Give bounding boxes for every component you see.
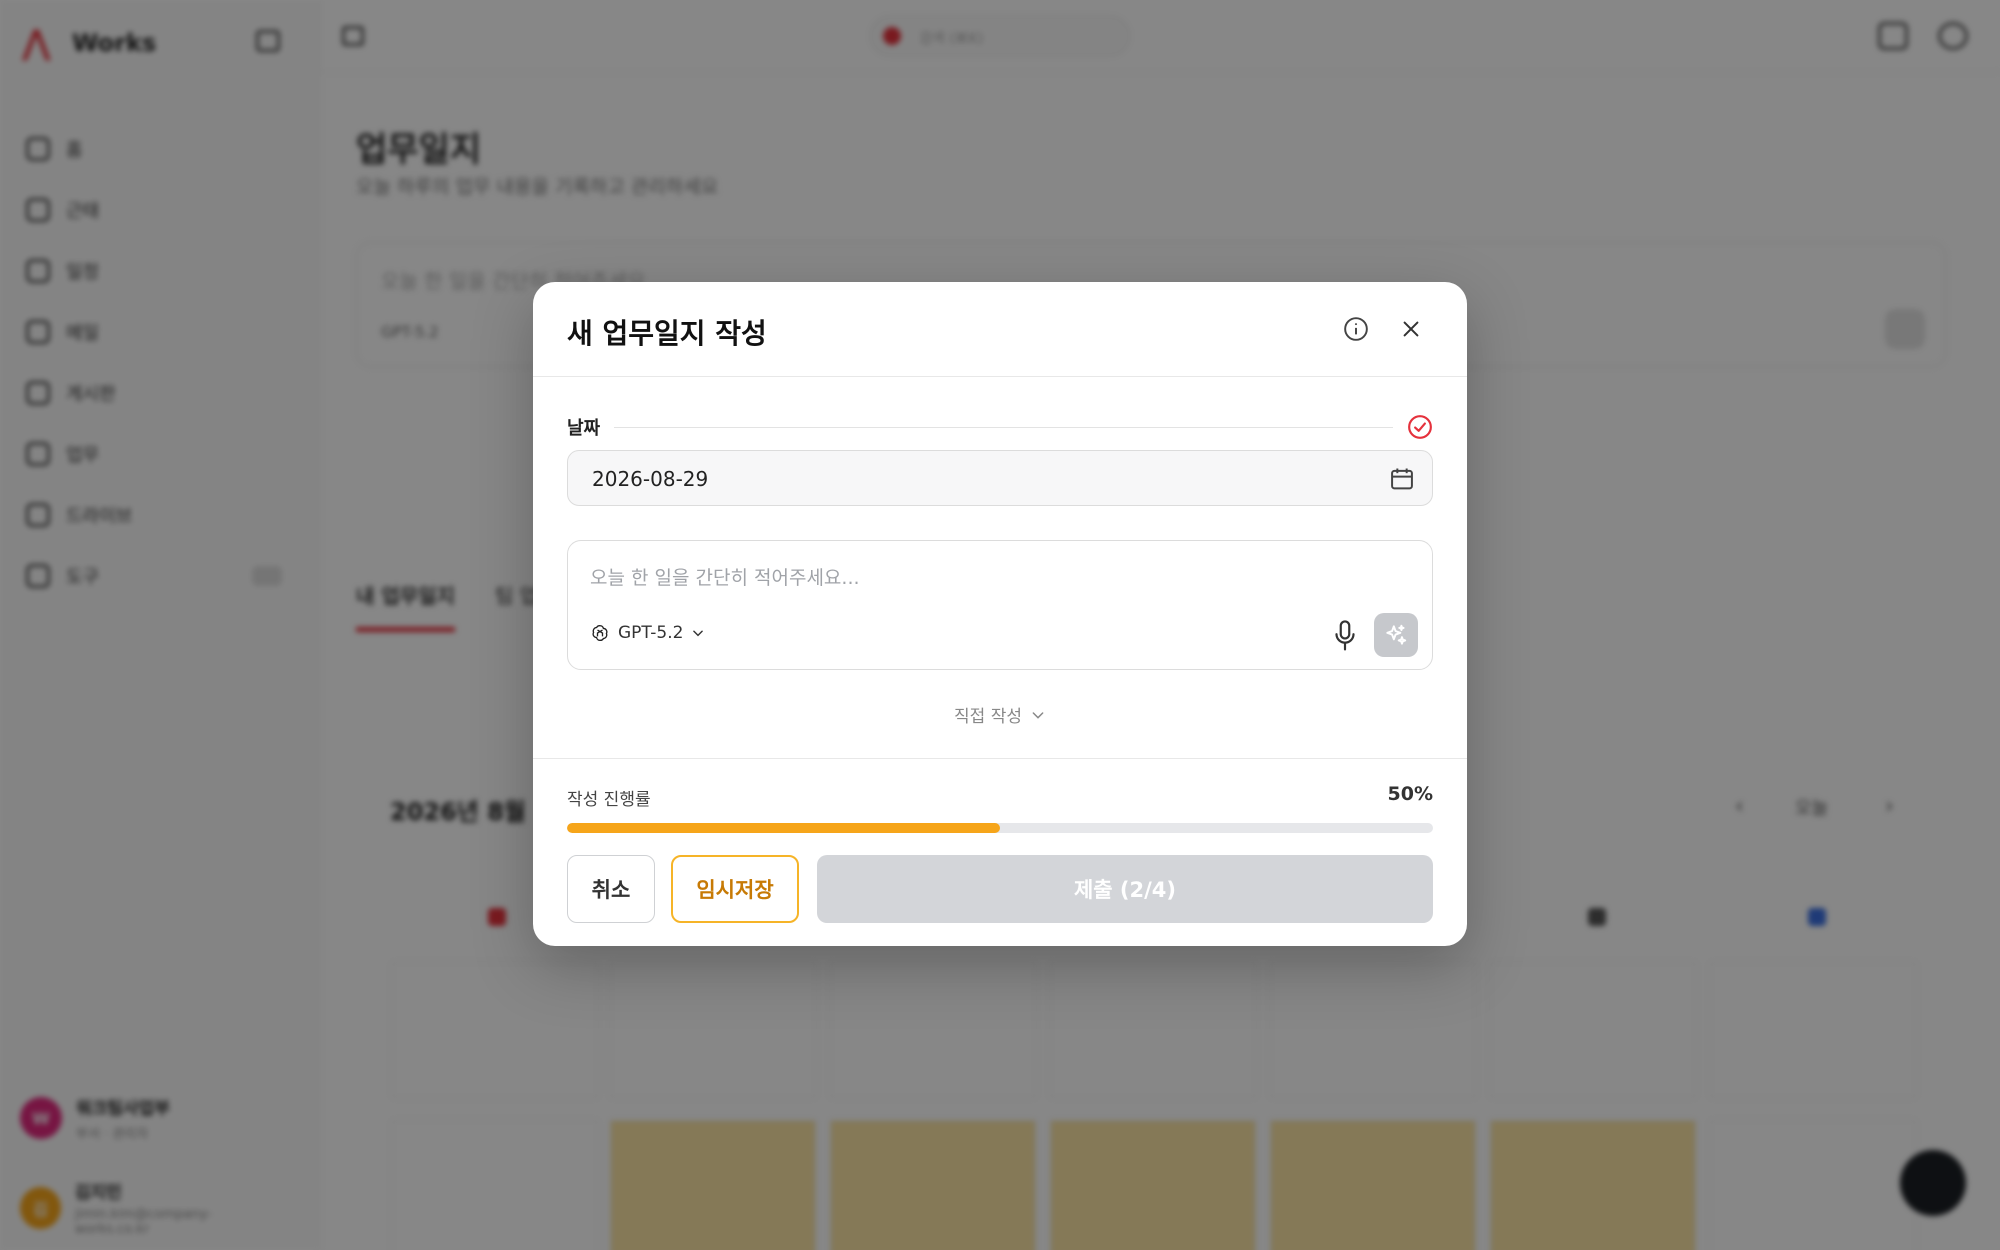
progress-percent: 50% <box>1387 783 1433 805</box>
model-select[interactable]: GPT-5.2 <box>590 623 705 643</box>
submit-button[interactable]: 제출 (2/4) <box>817 855 1433 923</box>
cancel-button[interactable]: 취소 <box>567 855 655 923</box>
close-icon <box>1403 321 1419 337</box>
modal-header: 새 업무일지 작성 <box>533 282 1467 377</box>
memo-placeholder: 오늘 한 일을 간단히 적어주세요... <box>590 567 860 589</box>
direct-write-toggle[interactable]: 직접 작성 <box>533 702 1467 727</box>
progress-fill <box>567 823 1000 833</box>
info-button[interactable] <box>1339 312 1373 346</box>
close-button[interactable] <box>1394 312 1428 346</box>
date-field[interactable]: 2026-08-29 <box>567 450 1433 506</box>
save-draft-button[interactable]: 임시저장 <box>671 855 799 923</box>
ai-generate-button[interactable] <box>1374 613 1418 657</box>
calendar-icon[interactable] <box>1388 465 1416 493</box>
openai-icon <box>592 625 608 641</box>
date-label-row: 날짜 <box>567 412 1433 442</box>
date-label: 날짜 <box>567 418 601 439</box>
model-name: GPT-5.2 <box>618 623 684 643</box>
memo-textarea[interactable]: 오늘 한 일을 간단히 적어주세요... GPT-5.2 <box>567 540 1433 670</box>
sparkles-icon <box>1386 624 1407 645</box>
date-value: 2026-08-29 <box>592 467 709 491</box>
microphone-icon[interactable] <box>1332 619 1358 653</box>
direct-write-label: 직접 작성 <box>954 707 1022 727</box>
chevron-down-icon <box>1032 711 1044 719</box>
chevron-down-icon <box>693 630 704 637</box>
label-divider <box>614 426 1393 428</box>
modal-footer: 작성 진행률 50% 취소 임시저장 제출 (2/4) <box>533 758 1467 946</box>
progress-bar <box>567 823 1433 833</box>
new-worklog-modal: 새 업무일지 작성 날짜 2026-08-29 오늘 한 일을 간단히 적어주세… <box>533 282 1467 946</box>
check-circle-icon <box>1408 415 1432 439</box>
info-icon <box>1344 317 1368 341</box>
progress-label: 작성 진행률 <box>567 790 651 810</box>
modal-title: 새 업무일지 작성 <box>567 317 767 350</box>
